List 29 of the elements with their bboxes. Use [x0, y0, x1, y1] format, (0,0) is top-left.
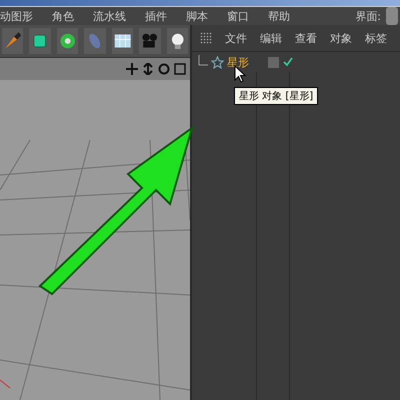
menu-item[interactable]: 角色	[52, 8, 74, 24]
menu-item[interactable]: 文件	[225, 30, 247, 46]
enabled-check-icon[interactable]	[283, 57, 293, 67]
maximize-icon[interactable]	[174, 63, 186, 75]
grip-icon[interactable]	[200, 32, 212, 44]
menu-item[interactable]: 动图形	[0, 8, 33, 24]
layer-swatch-icon[interactable]	[268, 56, 279, 68]
menu-item[interactable]: 编辑	[260, 30, 282, 46]
cube-icon[interactable]	[29, 28, 51, 54]
light-bulb-icon[interactable]	[166, 28, 188, 54]
layout-label: 界面:	[355, 8, 381, 24]
menu-item[interactable]: 标签	[365, 30, 387, 46]
menu-item[interactable]: 插件	[145, 8, 167, 24]
menu-item[interactable]: 脚本	[186, 8, 208, 24]
arrows-icon[interactable]	[142, 63, 154, 75]
move-icon[interactable]	[126, 63, 138, 75]
camera-icon[interactable]	[139, 28, 161, 54]
star-icon	[211, 56, 224, 68]
brush-icon[interactable]	[2, 28, 24, 54]
menu-item[interactable]: 帮助	[268, 8, 290, 24]
layout-dropdown[interactable]	[386, 7, 398, 25]
floor-icon[interactable]	[112, 28, 134, 54]
menu-item[interactable]: 对象	[330, 30, 352, 46]
menu-item[interactable]: 窗口	[227, 8, 249, 24]
menu-item[interactable]: 流水线	[93, 8, 126, 24]
tooltip: 星形 对象 [星形]	[234, 87, 318, 105]
rotate-icon[interactable]	[158, 63, 170, 75]
menu-item[interactable]: 查看	[295, 30, 317, 46]
object-name[interactable]: 星形	[227, 54, 249, 70]
